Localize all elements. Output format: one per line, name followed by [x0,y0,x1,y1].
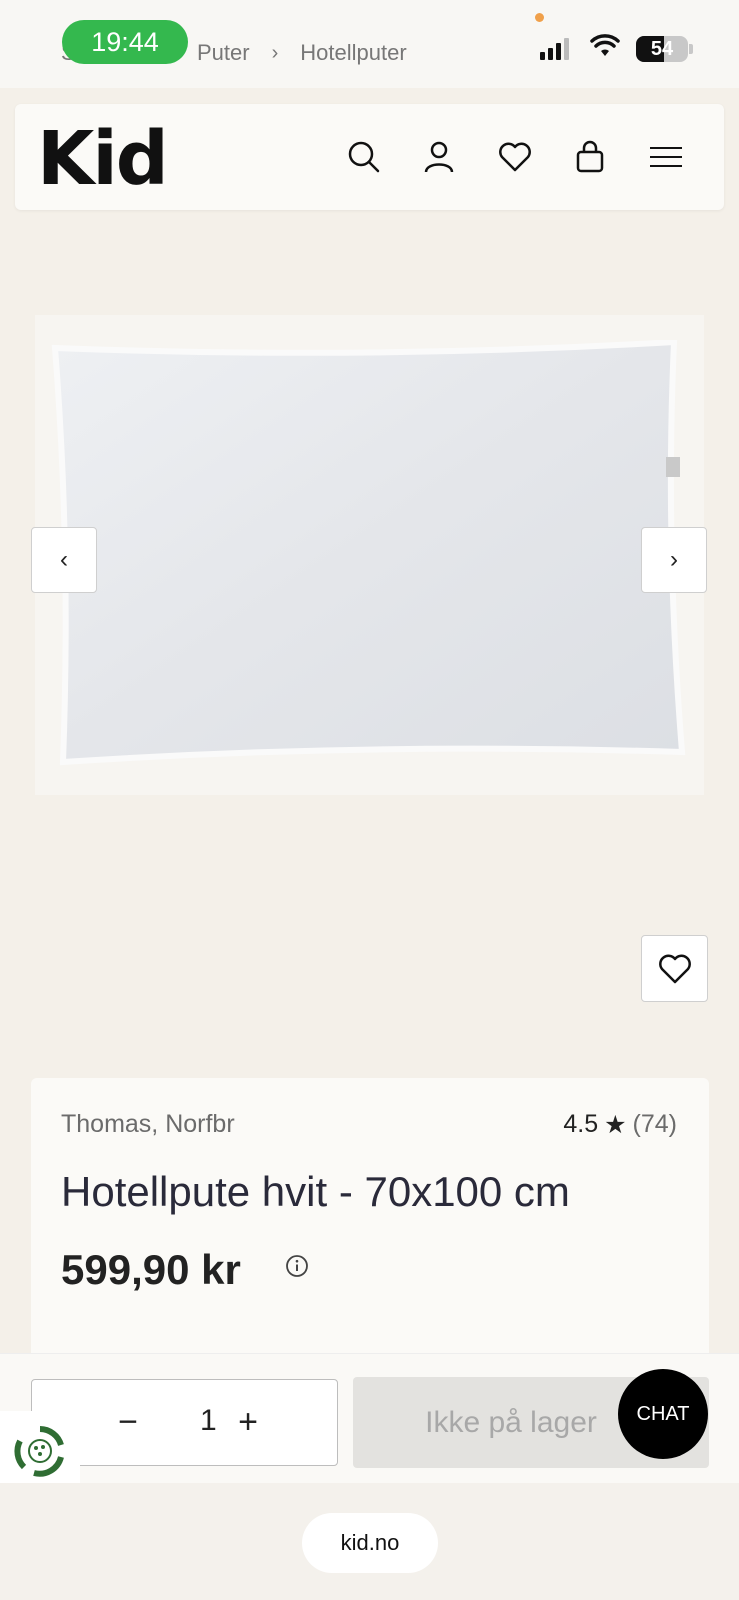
kid-logo[interactable]: Kid [37,116,169,202]
menu-icon[interactable] [647,138,685,176]
star-icon: ★ [604,1111,627,1139]
browser-bottom-bar: kid.no [0,1483,739,1600]
signal-icon [540,38,569,60]
quantity-decrease-button[interactable]: − [108,1402,148,1442]
url-bar[interactable]: kid.no [302,1513,438,1573]
wishlist-icon[interactable] [496,138,534,176]
chevron-left-icon: ‹ [60,546,68,573]
gallery-prev-button[interactable]: ‹ [31,527,97,593]
site-header: Kid [15,104,724,210]
search-icon[interactable] [345,138,383,176]
info-icon[interactable] [285,1254,309,1278]
chevron-right-icon: › [271,41,279,64]
heart-icon [658,954,691,983]
product-rating[interactable]: 4.5 ★ (74) [563,1110,677,1140]
privacy-indicator-dot [535,13,544,22]
status-time: 19:44 [62,20,188,64]
wifi-icon [590,34,620,56]
account-icon[interactable] [420,138,458,176]
product-title: Hotellpute hvit - 70x100 cm [61,1168,570,1215]
product-gallery: ‹ › [0,210,739,1080]
cart-icon[interactable] [571,138,609,176]
quantity-increase-button[interactable]: + [228,1402,268,1442]
chevron-right-icon: › [670,546,678,573]
battery-icon: 54 [636,36,688,62]
product-info-card: Thomas, Norfbr 4.5 ★ (74) Hotellpute hvi… [31,1078,709,1358]
breadcrumb-item-hotellputer[interactable]: Hotellputer [300,40,406,66]
status-bar: S 19:44 Puter › Hotellputer 54 [0,0,739,88]
breadcrumb: Puter › Hotellputer [197,40,407,66]
product-image-pillow[interactable] [47,340,697,780]
rating-value: 4.5 [563,1110,599,1138]
chat-button[interactable]: CHAT [618,1369,708,1459]
product-price: 599,90 kr [61,1246,241,1293]
add-to-wishlist-button[interactable] [641,935,708,1002]
quantity-value[interactable]: 1 [200,1404,217,1438]
battery-level: 54 [650,37,674,60]
gallery-next-button[interactable]: › [641,527,707,593]
product-brand[interactable]: Thomas, Norfbr [61,1110,235,1139]
breadcrumb-item-puter[interactable]: Puter [197,40,250,66]
eco-badge-icon[interactable] [0,1411,80,1491]
review-count: (74) [632,1110,677,1138]
